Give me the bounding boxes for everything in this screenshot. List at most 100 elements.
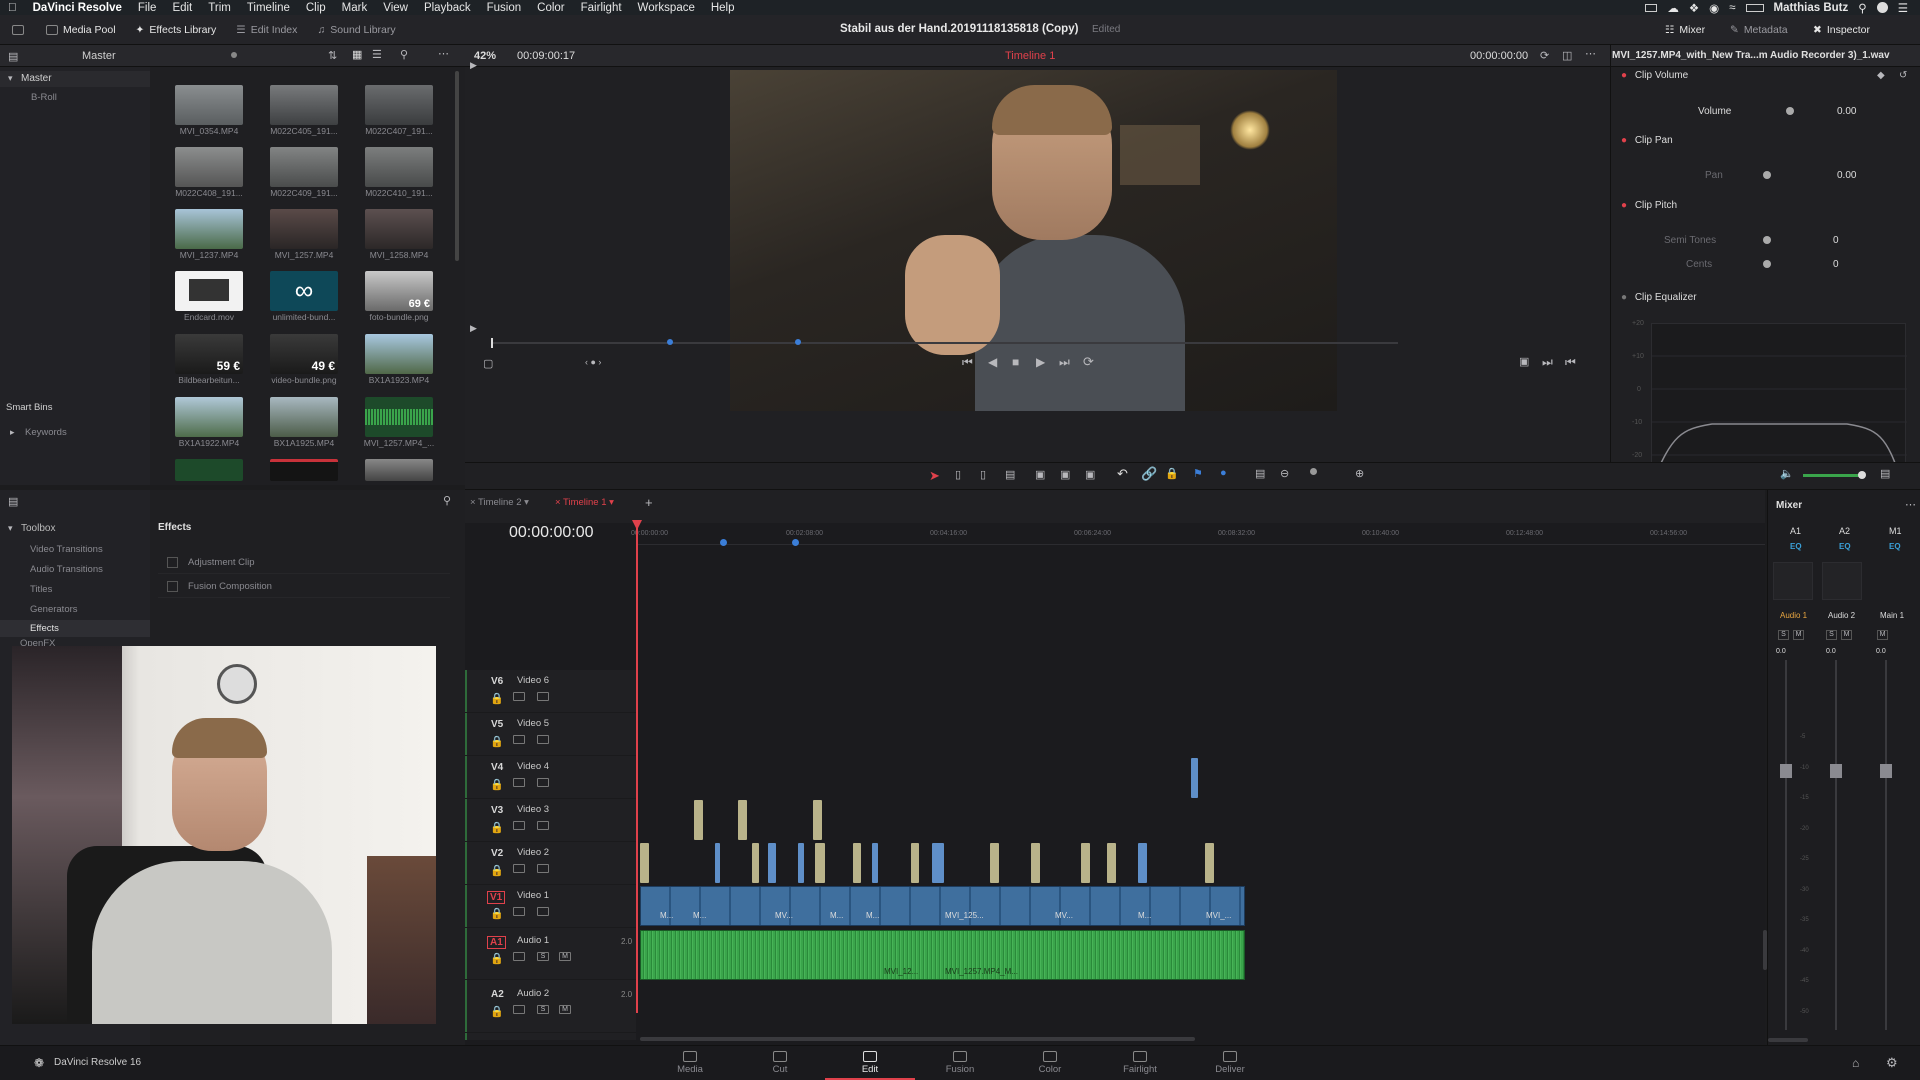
auto-select-icon[interactable] [513, 692, 525, 701]
fader-track[interactable] [1785, 660, 1787, 1030]
menu-fairlight[interactable]: Fairlight [573, 2, 630, 14]
timeline-scrollbar[interactable] [640, 1037, 1195, 1041]
sound-library-button[interactable]: ♫ Sound Library [307, 15, 405, 45]
pan-control[interactable] [1822, 562, 1862, 600]
track-visibility-icon[interactable] [537, 907, 549, 916]
menu-help[interactable]: Help [703, 2, 743, 14]
cents-slider-handle[interactable] [1763, 260, 1771, 268]
next-frame-icon[interactable]: ⏭ [1542, 355, 1553, 370]
clip-thumbnail[interactable]: 69 € [365, 271, 433, 311]
track-visibility-icon[interactable] [537, 778, 549, 787]
v1-clip-strip[interactable] [640, 886, 1245, 926]
clip-thumbnail[interactable] [270, 209, 338, 249]
replace-clip-icon[interactable]: ▣ [1085, 468, 1095, 481]
menu-list-icon[interactable]: ☰ [1898, 1, 1908, 15]
clip-thumbnail[interactable] [365, 459, 433, 481]
bin-broll[interactable]: B-Roll [31, 92, 57, 103]
dual-viewer-icon[interactable]: ◫ [1562, 49, 1572, 62]
wifi-icon[interactable]: ≈ [1729, 2, 1735, 14]
auto-select-icon[interactable] [513, 1005, 525, 1014]
auto-select-icon[interactable] [513, 864, 525, 873]
viewer-playhead[interactable] [491, 338, 493, 348]
mixer-scrollbar[interactable] [1768, 1038, 1808, 1042]
lock-icon[interactable]: 🔒 [490, 692, 504, 705]
timeline-clip[interactable] [1205, 843, 1214, 883]
screen-icon[interactable] [1645, 3, 1658, 12]
play-icon[interactable]: ▶ [1036, 355, 1045, 369]
overwrite-clip-icon[interactable]: ▣ [1060, 468, 1070, 481]
pan-slider-handle[interactable] [1763, 171, 1771, 179]
track-header-a2[interactable]: A2 Audio 2 2.0 🔒 S M [465, 983, 636, 1033]
category-effects[interactable]: Effects [0, 620, 150, 637]
lock-icon[interactable]: 🔒 [1165, 467, 1179, 480]
more-options-icon[interactable]: ⋯ [438, 47, 449, 60]
toolbox-label[interactable]: Toolbox [21, 523, 55, 534]
media-pool-button[interactable]: Media Pool [36, 15, 126, 45]
timeline-clip[interactable] [640, 843, 649, 883]
track-header-a1[interactable]: A1 Audio 1 2.0 🔒 S M [465, 930, 636, 980]
timeline-marker[interactable] [792, 539, 799, 546]
fader-track[interactable] [1835, 660, 1837, 1030]
panel-toggle-icon[interactable]: ▤ [8, 50, 18, 63]
timeline-clip[interactable] [990, 843, 999, 883]
clip-pan-section[interactable]: ● Clip Pan [1621, 135, 1911, 155]
clip-thumbnail[interactable] [365, 209, 433, 249]
track-header-v1[interactable]: V1 Video 1 🔒 [465, 885, 636, 928]
mute-button[interactable]: M [559, 952, 571, 961]
enable-dot-icon[interactable]: ● [1621, 292, 1627, 303]
timeline-clip[interactable] [798, 843, 804, 883]
enable-dot-icon[interactable]: ● [1621, 135, 1627, 146]
lock-icon[interactable]: 🔒 [490, 735, 504, 748]
audio-clip-thumbnail[interactable] [365, 397, 433, 437]
infinity-thumbnail[interactable]: ∞ [270, 271, 338, 311]
timeline-name[interactable]: Timeline 1 [1005, 50, 1055, 62]
prev-frame-icon[interactable]: ⏮ [1565, 355, 1576, 370]
timeline-marker[interactable] [720, 539, 727, 546]
clip-thumbnail[interactable] [365, 85, 433, 125]
zoom-slider-handle[interactable] [1310, 468, 1317, 475]
page-color[interactable]: Color [1005, 1045, 1095, 1080]
timeline-view-icon[interactable]: ▤ [1255, 467, 1265, 480]
menu-view[interactable]: View [375, 2, 416, 14]
viewer-scrubber[interactable] [491, 342, 1398, 344]
cloud-icon[interactable]: ☁ [1667, 1, 1679, 15]
category-video-transitions[interactable]: Video Transitions [30, 544, 103, 555]
effects-library-button[interactable]: ✦ Effects Library [126, 15, 227, 45]
mixer-button[interactable]: ☷ Mixer [1655, 15, 1715, 45]
clip-thumbnail[interactable] [365, 334, 433, 374]
menu-workspace[interactable]: Workspace [630, 2, 703, 14]
lock-icon[interactable]: 🔒 [490, 907, 504, 920]
inspector-button[interactable]: ✖ Inspector [1803, 15, 1880, 45]
volume-value[interactable]: 0.00 [1837, 106, 1856, 117]
mute-button[interactable]: M [1877, 630, 1888, 640]
jog-control[interactable]: ‹ ● › [585, 357, 601, 367]
clip-equalizer-section[interactable]: ● Clip Equalizer [1621, 292, 1911, 312]
track-header-v6[interactable]: V6 Video 6 🔒 [465, 670, 636, 713]
clip-thumbnail[interactable] [175, 209, 243, 249]
app-menu[interactable]: DaVinci Resolve [25, 2, 130, 14]
timeline-clip[interactable] [738, 800, 747, 840]
lock-icon[interactable]: 🔒 [490, 864, 504, 877]
timeline-clip[interactable] [815, 843, 825, 883]
more-options-icon[interactable]: ⋯ [1585, 47, 1596, 60]
track-header-v2[interactable]: V2 Video 2 🔒 [465, 842, 636, 885]
page-fairlight[interactable]: Fairlight [1095, 1045, 1185, 1080]
timeline-clip[interactable] [768, 843, 776, 883]
user-avatar[interactable] [1876, 2, 1888, 13]
master-volume-slider[interactable] [1803, 474, 1863, 477]
home-icon[interactable]: ⌂ [1852, 1056, 1859, 1070]
lock-icon[interactable]: 🔒 [490, 1005, 504, 1018]
effect-item[interactable]: Adjustment Clip [158, 554, 450, 574]
volume-slider-handle[interactable] [1786, 107, 1794, 115]
timeline-clip[interactable] [1031, 843, 1040, 883]
lock-icon[interactable]: 🔒 [490, 821, 504, 834]
trim-tool-icon[interactable]: ▯ [955, 468, 961, 481]
track-visibility-icon[interactable] [537, 821, 549, 830]
pan-control[interactable] [1773, 562, 1813, 600]
meter-icon[interactable]: ▤ [1880, 467, 1890, 480]
page-media[interactable]: Media [645, 1045, 735, 1080]
menu-mark[interactable]: Mark [334, 2, 376, 14]
lock-icon[interactable]: 🔒 [490, 952, 504, 965]
clip-thumbnail[interactable] [175, 85, 243, 125]
solo-button[interactable]: S [1778, 630, 1789, 640]
